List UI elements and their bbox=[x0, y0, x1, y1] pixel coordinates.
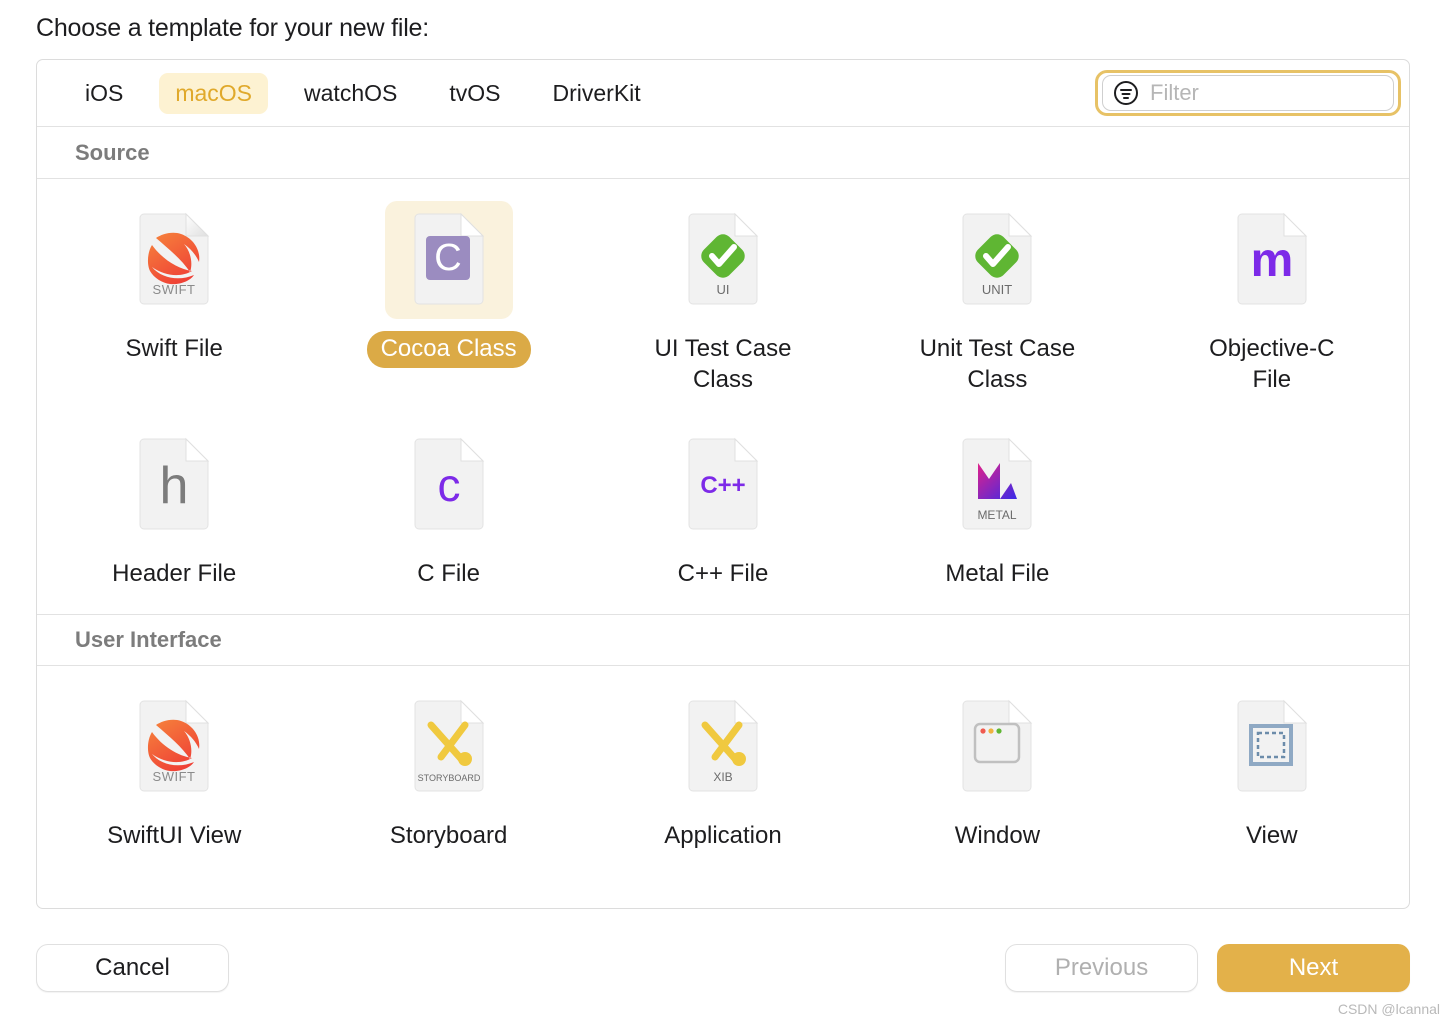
svg-text:METAL: METAL bbox=[978, 508, 1017, 522]
tab-ios[interactable]: iOS bbox=[69, 73, 139, 114]
unit-test-case-icon: UNIT bbox=[962, 212, 1033, 305]
thumb: m bbox=[1208, 201, 1336, 319]
template-item-storyboard[interactable]: STORYBOARD Storyboard bbox=[311, 666, 585, 890]
header-file-icon: h bbox=[139, 438, 210, 530]
template-label: Swift File bbox=[125, 335, 223, 362]
swift-file-icon: SWIFT bbox=[139, 212, 210, 305]
template-panel: iOS macOS watchOS tvOS DriverKit Sou bbox=[36, 59, 1410, 909]
svg-text:STORYBOARD: STORYBOARD bbox=[417, 773, 480, 783]
template-label: Cocoa Class bbox=[366, 331, 531, 368]
template-label: Storyboard bbox=[389, 822, 508, 850]
search-input[interactable] bbox=[1148, 79, 1383, 107]
platform-tabbar: iOS macOS watchOS tvOS DriverKit bbox=[37, 60, 1409, 127]
template-grid-user-interface: SWIFT SwiftUI View STORYBOARD Storyboard… bbox=[37, 666, 1409, 890]
thumb: UI bbox=[659, 201, 787, 319]
watermark: CSDN @lcannal bbox=[1337, 1001, 1440, 1017]
template-item-unit-test-case-class[interactable]: UNIT Unit Test Case Class bbox=[860, 179, 1134, 404]
template-label: Window bbox=[954, 822, 1041, 850]
thumb bbox=[933, 688, 1061, 806]
template-item-swiftui-view[interactable]: SWIFT SwiftUI View bbox=[37, 666, 311, 890]
section-user-interface: User Interface SWIFT SwiftUI View STORYB… bbox=[37, 614, 1409, 890]
svg-text:XIB: XIB bbox=[713, 770, 732, 784]
template-item-view[interactable]: View bbox=[1135, 666, 1409, 890]
svg-text:UNIT: UNIT bbox=[982, 282, 1012, 297]
svg-text:SWIFT: SWIFT bbox=[153, 282, 196, 297]
window-icon bbox=[962, 700, 1033, 792]
section-body-source: SWIFT Swift File C Cocoa Class UI UI Tes… bbox=[37, 179, 1409, 614]
template-label: C File bbox=[417, 560, 480, 588]
svg-text:C++: C++ bbox=[700, 472, 745, 499]
previous-button[interactable]: Previous bbox=[1005, 944, 1198, 992]
view-icon bbox=[1237, 700, 1307, 792]
template-item-c-file[interactable]: c C File bbox=[311, 404, 585, 614]
objective-c-file-icon: m bbox=[1237, 212, 1307, 305]
metal-file-icon: METAL bbox=[962, 438, 1033, 530]
new-file-template-dialog: Choose a template for your new file: iOS… bbox=[0, 0, 1446, 1020]
thumb: C bbox=[384, 201, 513, 319]
template-label: C++ File bbox=[677, 560, 769, 588]
template-label: Objective-C File bbox=[1209, 335, 1335, 393]
template-item-cocoa-class[interactable]: C Cocoa Class bbox=[311, 179, 585, 404]
thumb: UNIT bbox=[933, 201, 1061, 319]
filter-field-focus-ring bbox=[1095, 70, 1401, 116]
thumb: C++ bbox=[659, 426, 787, 544]
template-item-metal-file[interactable]: METAL Metal File bbox=[860, 404, 1134, 614]
section-source: Source SWIFT Swift File C Cocoa Class UI… bbox=[37, 127, 1409, 614]
template-item-application[interactable]: XIB Application bbox=[586, 666, 860, 890]
dialog-footer: Cancel Previous Next bbox=[36, 944, 1410, 996]
tab-macos[interactable]: macOS bbox=[159, 72, 269, 114]
thumb: SWIFT bbox=[110, 688, 238, 806]
section-header-user-interface: User Interface bbox=[37, 614, 1409, 667]
template-label: Unit Test Case Class bbox=[919, 335, 1076, 393]
template-item-window[interactable]: Window bbox=[860, 666, 1134, 890]
page-title: Choose a template for your new file: bbox=[36, 14, 430, 42]
svg-text:UI: UI bbox=[716, 282, 729, 297]
thumb: h bbox=[110, 426, 238, 544]
cancel-button[interactable]: Cancel bbox=[36, 944, 229, 992]
application-xib-icon: XIB bbox=[688, 700, 759, 792]
template-label: View bbox=[1245, 822, 1298, 850]
c-file-icon: c bbox=[414, 438, 484, 530]
storyboard-icon: STORYBOARD bbox=[414, 700, 484, 792]
thumb: METAL bbox=[933, 426, 1061, 544]
template-label: Application bbox=[664, 822, 782, 850]
swiftui-view-icon: SWIFT bbox=[139, 700, 210, 792]
section-body-user-interface: SWIFT SwiftUI View STORYBOARD Storyboard… bbox=[37, 666, 1409, 890]
cocoa-class-icon: C bbox=[414, 212, 484, 305]
template-label: SwiftUI View bbox=[107, 822, 242, 850]
svg-text:SWIFT: SWIFT bbox=[153, 769, 196, 784]
svg-text:h: h bbox=[160, 457, 189, 515]
svg-text:C: C bbox=[434, 237, 461, 279]
template-grid-source: SWIFT Swift File C Cocoa Class UI UI Tes… bbox=[37, 179, 1409, 614]
template-label: Metal File bbox=[945, 560, 1050, 588]
tab-tvos[interactable]: tvOS bbox=[433, 73, 516, 114]
filter-field[interactable] bbox=[1102, 75, 1394, 111]
next-button[interactable]: Next bbox=[1217, 944, 1410, 992]
template-item-objective-c-file[interactable]: m Objective-C File bbox=[1135, 179, 1409, 404]
template-item-swift-file[interactable]: SWIFT Swift File bbox=[37, 179, 311, 404]
thumb: STORYBOARD bbox=[385, 688, 513, 806]
thumb: XIB bbox=[659, 688, 787, 806]
svg-text:c: c bbox=[437, 459, 460, 511]
template-label: Header File bbox=[112, 560, 237, 588]
tab-watchos[interactable]: watchOS bbox=[288, 73, 413, 114]
svg-text:m: m bbox=[1250, 234, 1293, 287]
thumb: c bbox=[385, 426, 513, 544]
ui-test-case-icon: UI bbox=[688, 212, 759, 305]
template-item-cpp-file[interactable]: C++ C++ File bbox=[586, 404, 860, 614]
template-item-header-file[interactable]: h Header File bbox=[37, 404, 311, 614]
thumb bbox=[1208, 688, 1336, 806]
template-label: UI Test Case Class bbox=[654, 335, 792, 393]
tab-driverkit[interactable]: DriverKit bbox=[536, 73, 656, 114]
section-header-source: Source bbox=[37, 127, 1409, 179]
filter-icon bbox=[1114, 81, 1138, 105]
template-item-ui-test-case-class[interactable]: UI UI Test Case Class bbox=[586, 179, 860, 404]
cpp-file-icon: C++ bbox=[688, 438, 759, 530]
thumb: SWIFT bbox=[110, 201, 238, 319]
